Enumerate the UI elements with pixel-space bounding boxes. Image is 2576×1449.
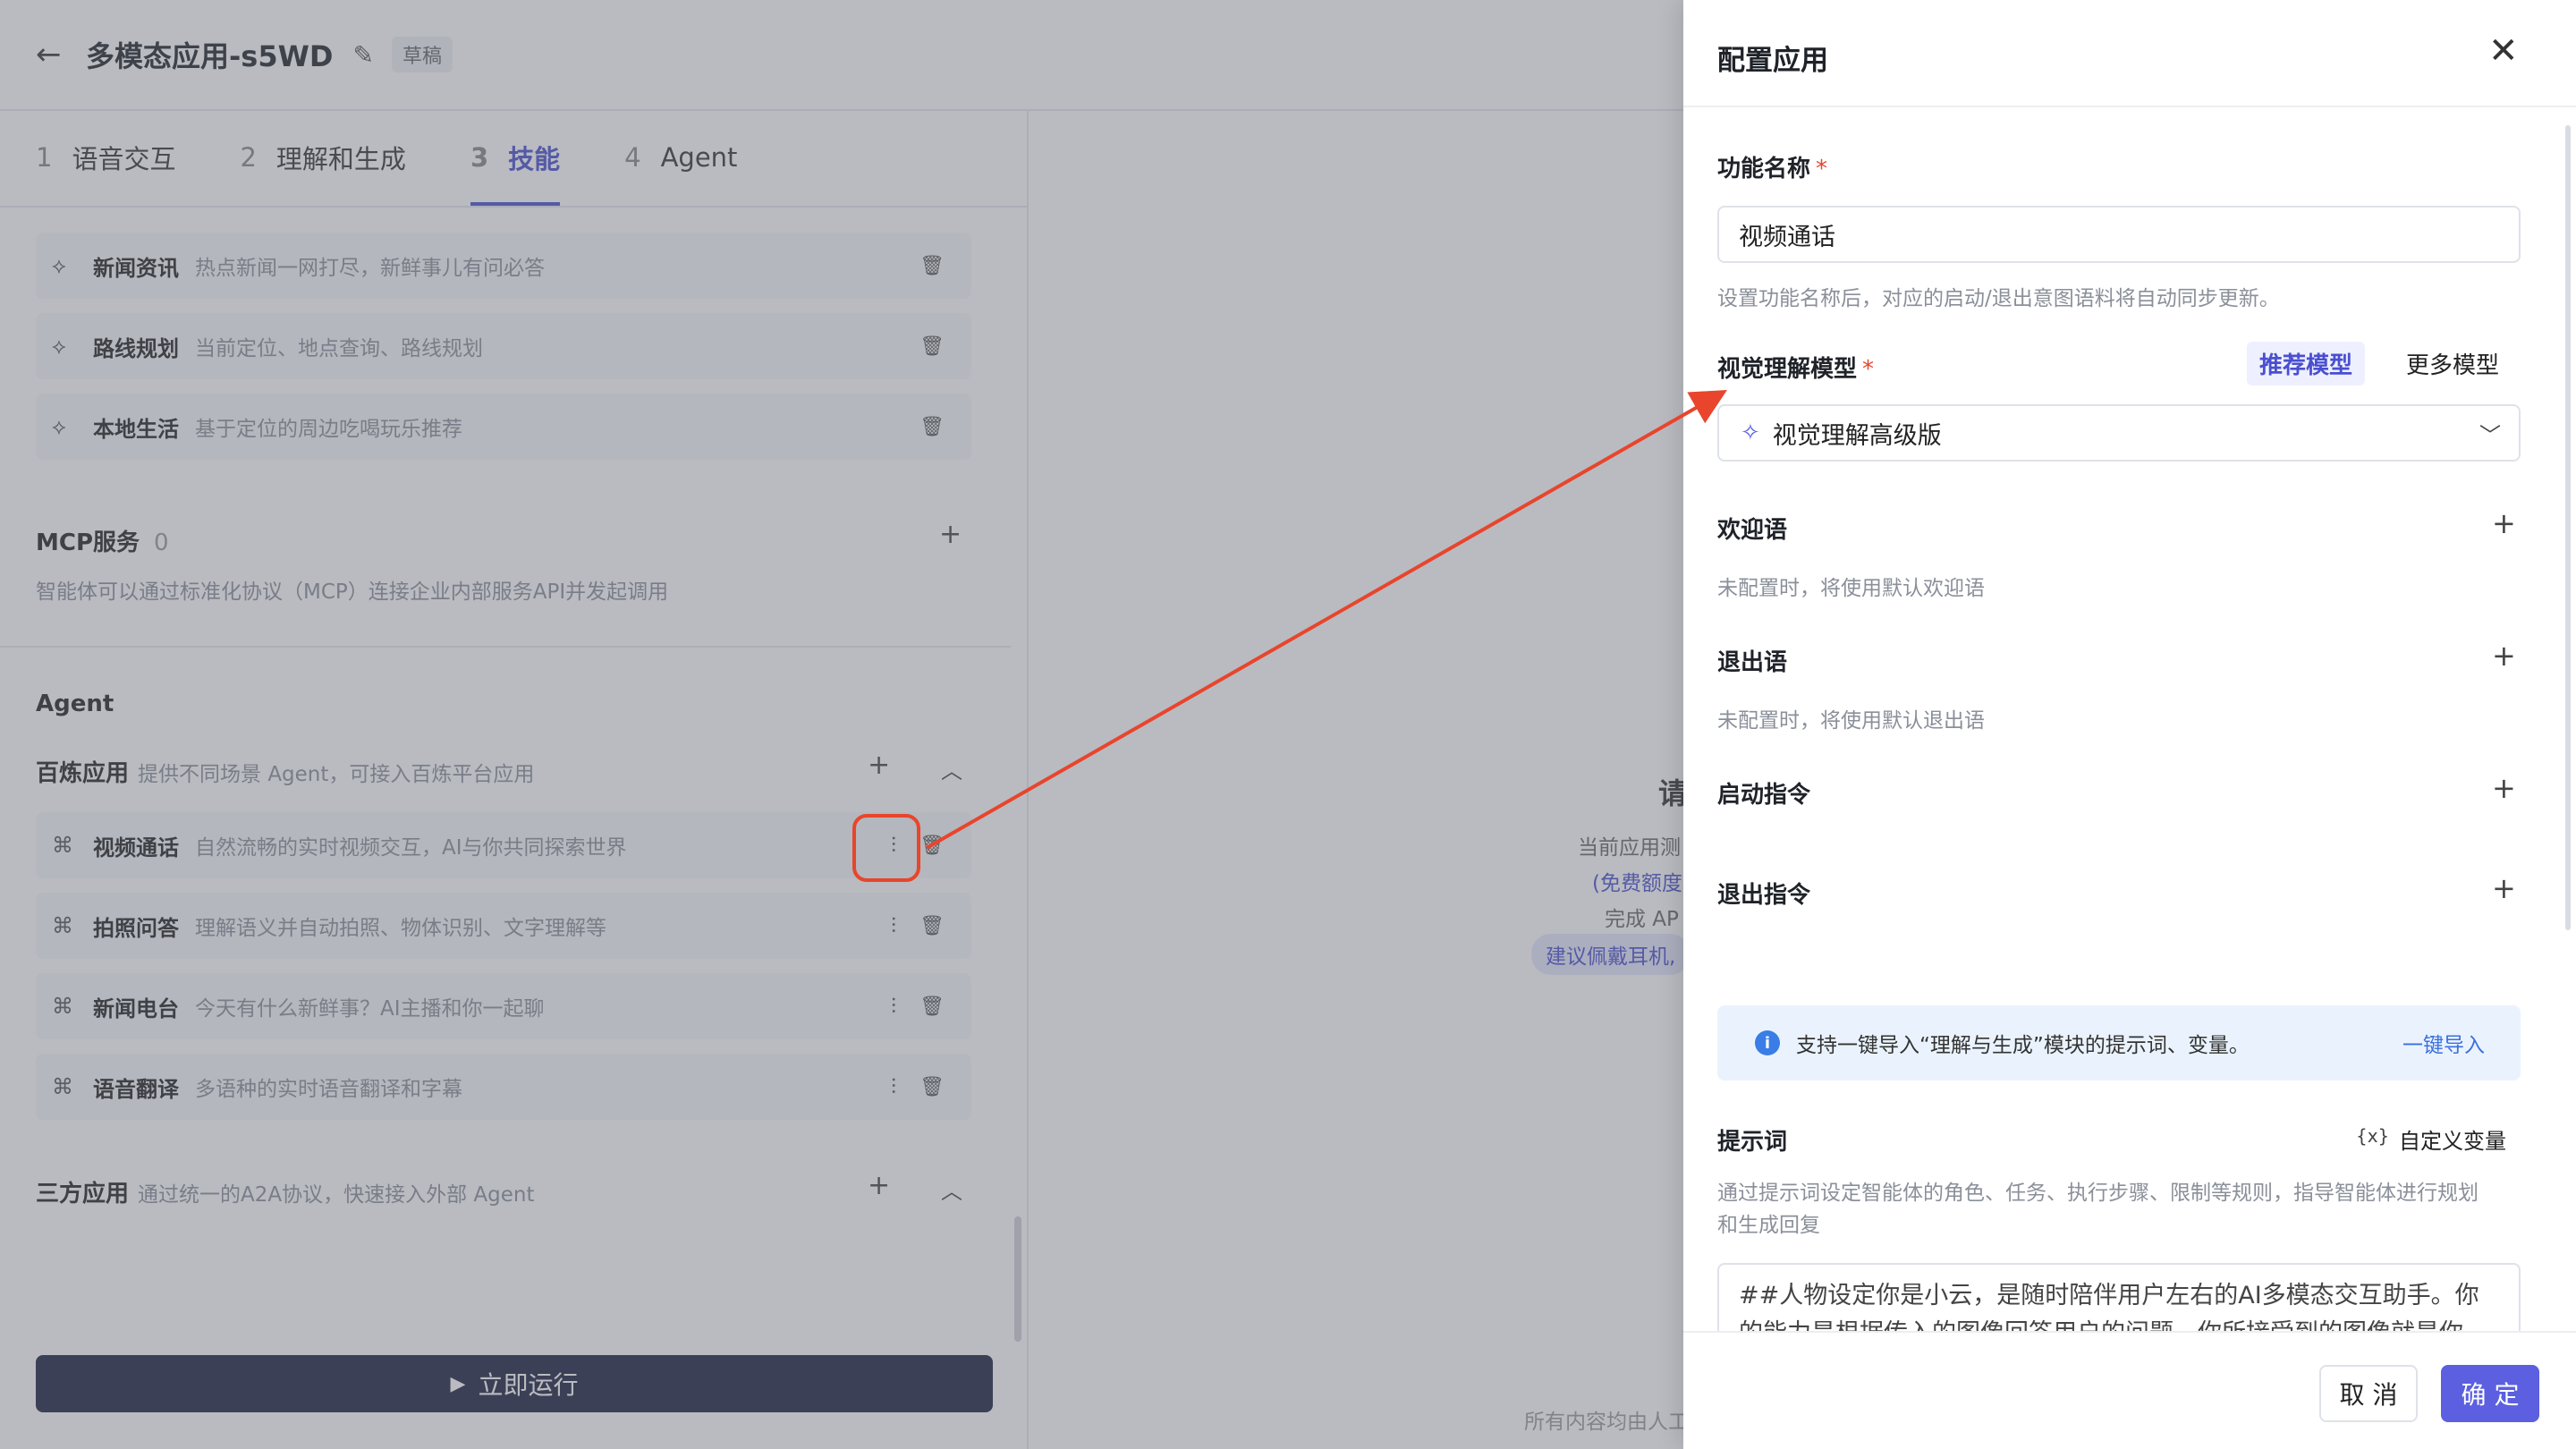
info-icon: i <box>1755 1030 1780 1055</box>
import-info-banner: i 支持一键导入“理解与生成”模块的提示词、变量。 一键导入 <box>1717 1005 2521 1080</box>
chevron-down-icon: ﹀ <box>2479 422 2501 448</box>
prompt-hint: 通过提示词设定智能体的角色、任务、执行步骤、限制等规则，指导智能体进行规划 <box>1717 1182 2479 1205</box>
recommended-models-tab[interactable]: 推荐模型 <box>2247 342 2366 386</box>
cancel-button[interactable]: 取 消 <box>2319 1365 2418 1422</box>
prompt-label: 提示词 <box>1717 1129 1788 1156</box>
add-welcome-plus-icon[interactable]: + <box>2492 506 2516 540</box>
add-exit-command-plus-icon[interactable]: + <box>2492 871 2516 905</box>
exit-hint: 未配置时，将使用默认退出语 <box>1717 709 1985 733</box>
model-logo-icon: ✧ <box>1741 419 1760 446</box>
name-hint: 设置功能名称后，对应的启动/退出意图语料将自动同步更新。 <box>1717 287 2280 310</box>
close-icon[interactable]: ✕ <box>2488 30 2519 72</box>
function-name-input[interactable] <box>1717 206 2521 263</box>
annotation-highlight-ring <box>852 814 920 882</box>
variable-icon[interactable]: {x} <box>2356 1125 2389 1147</box>
welcome-hint: 未配置时，将使用默认欢迎语 <box>1717 577 1985 600</box>
more-models-tab[interactable]: 更多模型 <box>2406 347 2499 380</box>
drawer-scrollbar[interactable] <box>2565 125 2571 930</box>
exit-label: 退出语 <box>1717 649 1788 676</box>
exit-command-label: 退出指令 <box>1717 882 1811 909</box>
add-start-command-plus-icon[interactable]: + <box>2492 771 2516 805</box>
drawer-title: 配置应用 <box>1717 45 1828 77</box>
prompt-hint: 和生成回复 <box>1717 1214 1820 1237</box>
vision-model-select[interactable]: ✧ 视觉理解高级版 ﹀ <box>1717 404 2521 462</box>
one-click-import-link[interactable]: 一键导入 <box>2402 1028 2485 1058</box>
required-mark: * <box>1862 356 1875 383</box>
custom-variable-button[interactable]: 自定义变量 <box>2399 1123 2506 1155</box>
model-field-label: 视觉理解模型 * <box>1717 356 1875 383</box>
name-field-label: 功能名称 * <box>1717 156 1828 182</box>
drawer-footer: 取 消 确 定 <box>1683 1333 2576 1449</box>
start-command-label: 启动指令 <box>1717 782 1811 809</box>
divider <box>1683 106 2576 107</box>
required-mark: * <box>1816 156 1828 182</box>
add-exit-plus-icon[interactable]: + <box>2492 639 2516 673</box>
welcome-label: 欢迎语 <box>1717 517 1788 544</box>
modal-overlay[interactable] <box>0 0 1683 1449</box>
confirm-button[interactable]: 确 定 <box>2441 1365 2539 1422</box>
config-drawer: 配置应用 ✕ 功能名称* 设置功能名称后，对应的启动/退出意图语料将自动同步更新… <box>1683 0 2576 1449</box>
